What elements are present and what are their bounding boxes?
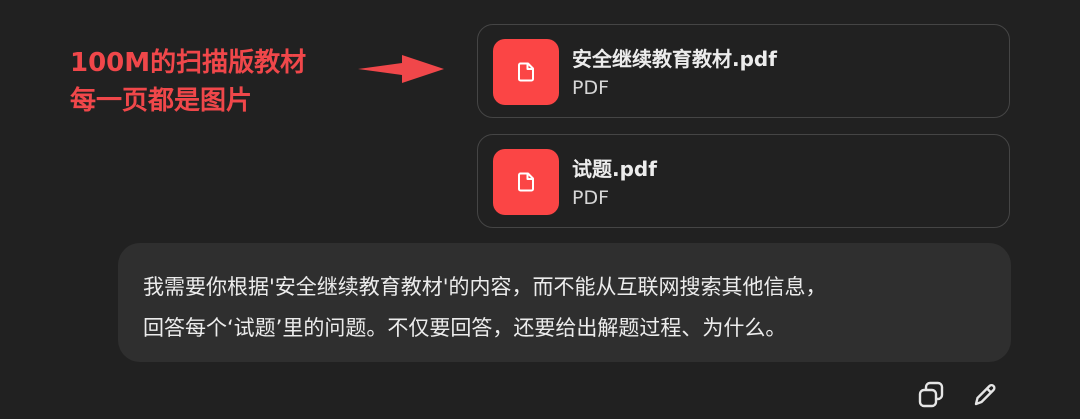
pencil-icon[interactable] (970, 380, 1000, 410)
file-icon (493, 39, 559, 105)
annotation-line-2: 每一页都是图片 (70, 86, 253, 116)
annotation-note: 100M的扫描版教材 每一页都是图片 (70, 44, 306, 120)
attachment-name: 试题.pdf (572, 157, 657, 181)
message-line-2: 回答每个‘试题’里的问题。不仅要回答，还要给出解题过程、为什么。 (143, 316, 787, 340)
attachment-card-2[interactable]: 试题.pdf PDF (477, 134, 1010, 228)
attachment-type: PDF (572, 77, 610, 99)
attachment-type: PDF (572, 187, 610, 209)
annotation-line-1: 100M的扫描版教材 (70, 48, 307, 78)
attachment-card-1[interactable]: 安全继续教育教材.pdf PDF (477, 24, 1010, 118)
file-icon (493, 149, 559, 215)
copy-icon[interactable] (916, 380, 946, 410)
user-message-bubble: 我需要你根据'安全继续教育教材'的内容，而不能从互联网搜索其他信息， 回答每个‘… (118, 243, 1011, 362)
attachment-name: 安全继续教育教材.pdf (572, 47, 777, 71)
arrow-right-icon (358, 55, 444, 83)
message-line-1: 我需要你根据'安全继续教育教材'的内容，而不能从互联网搜索其他信息， (143, 275, 827, 299)
